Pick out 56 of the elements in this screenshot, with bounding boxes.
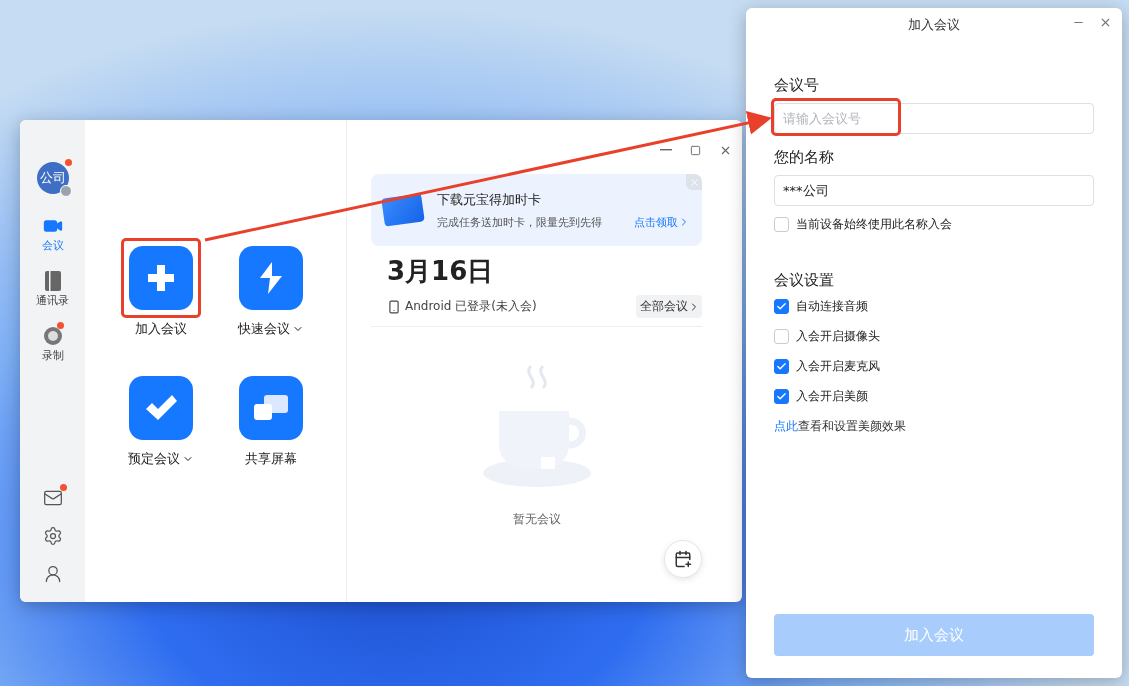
sidebar-tab[interactable]: 录制 [41,326,64,363]
settings-icon [42,526,63,546]
action-button[interactable]: 快速会议 [235,246,307,376]
sidebar-tab[interactable]: 通讯录 [36,271,69,308]
banner-subtitle: 完成任务送加时卡，限量先到先得 [437,214,602,230]
card-icon [381,193,425,227]
avatar: 公司 [36,162,69,194]
banner-title: 下载元宝得加时卡 [437,190,542,209]
checkmark-icon [776,361,787,372]
calendar-add-icon [674,550,692,568]
close-icon [1099,16,1112,29]
add-schedule-button[interactable] [664,540,702,578]
settings-link[interactable]: 点此 [774,419,798,433]
checkbox-label: 入会开启美颜 [796,388,868,405]
action-button[interactable]: 加入会议 [125,246,197,376]
screens-icon [254,395,288,421]
book-icon [44,271,61,291]
phone-icon [387,299,401,314]
sidebar-icon-button[interactable] [42,526,63,546]
beauty-settings-text: 点此查看和设置美颜效果 [774,418,907,435]
checkbox[interactable] [774,359,789,374]
checkbox[interactable] [774,389,789,404]
minimize-button[interactable] [660,149,672,151]
close-button[interactable] [1099,16,1112,29]
checkbox[interactable] [774,329,789,344]
sidebar-tab[interactable]: 会议 [41,216,64,253]
checkbox[interactable] [774,217,789,232]
record-icon [42,326,63,346]
empty-message: 暂无会议 [512,511,561,528]
checkbox-label: 入会开启麦克风 [796,358,880,375]
checkbox[interactable] [774,299,789,314]
checkmark-icon [776,391,787,402]
field-label: 会议号 [774,76,820,95]
minimize-icon [660,149,672,151]
action-button[interactable]: 共享屏幕 [235,376,307,506]
checkmark-icon [776,301,787,312]
lightning-icon [258,262,284,294]
section-title: 会议设置 [774,271,835,290]
dialog-title: 加入会议 [908,16,960,34]
maximize-button[interactable] [690,144,701,156]
checkbox-label: 当前设备始终使用此名称入会 [796,216,952,233]
mail-icon [42,488,63,508]
checkmark-icon [144,394,178,422]
all-meetings-button[interactable]: 全部会议 [636,295,702,318]
input-field[interactable]: ***公司 [774,175,1094,206]
field-label: 您的名称 [774,148,835,167]
checkbox-label: 自动连接音频 [796,298,868,315]
device-status: Android 已登录(未入会) [405,298,537,315]
date-heading: 3月16日 [387,255,495,288]
plus-icon [146,263,176,293]
checkbox-label: 入会开启摄像头 [796,328,880,345]
close-icon [688,176,700,188]
claim-link[interactable]: 点击领取 [634,214,690,230]
input-field[interactable]: 请输入会议号 [774,103,1094,134]
action-button[interactable]: 预定会议 [125,376,197,506]
maximize-icon [690,144,701,156]
